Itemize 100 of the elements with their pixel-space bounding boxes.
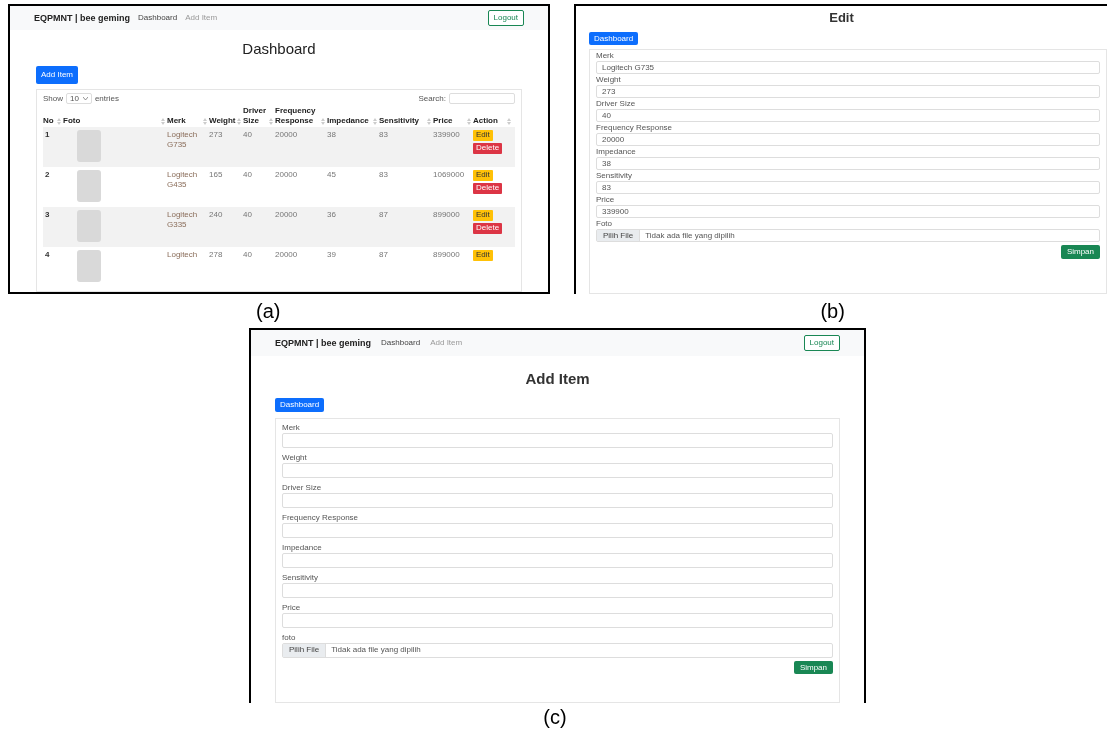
field-label: Weight bbox=[282, 451, 308, 463]
file-input[interactable]: Pilih File Tidak ada file yang dipilih bbox=[282, 642, 833, 658]
field-label: Driver Size bbox=[282, 481, 323, 493]
sort-icon[interactable] bbox=[161, 118, 165, 126]
input-field[interactable]: 339900 bbox=[596, 205, 1100, 219]
sort-icon[interactable] bbox=[57, 118, 61, 126]
table-cell-text: 165 bbox=[209, 170, 224, 180]
table-cell-text: 20000 bbox=[275, 130, 299, 140]
field-label: Price bbox=[596, 195, 616, 206]
field-label: Sensitivity bbox=[596, 171, 633, 182]
input-field[interactable] bbox=[282, 492, 833, 508]
field-label: Frequency Response bbox=[282, 511, 360, 523]
input-field[interactable]: 83 bbox=[596, 181, 1100, 195]
dashboard-button[interactable]: Dashboard bbox=[589, 31, 639, 46]
save-button[interactable]: Simpan bbox=[793, 660, 833, 675]
chevron-down-icon bbox=[82, 96, 88, 100]
nav-link[interactable]: Dashboard bbox=[381, 338, 421, 348]
input-field[interactable]: 40 bbox=[596, 109, 1100, 123]
table-cell-text: 87 bbox=[379, 210, 389, 220]
sort-icon[interactable] bbox=[203, 118, 207, 126]
table-cell-text: 39 bbox=[327, 250, 337, 260]
nav-link[interactable]: Dashboard bbox=[138, 13, 178, 23]
input-field[interactable] bbox=[282, 582, 833, 598]
sort-icon[interactable] bbox=[467, 118, 471, 126]
table-cell-text: 3 bbox=[44, 210, 51, 220]
table-cell-text: Logitech G435 bbox=[167, 170, 199, 190]
edit-button[interactable]: Edit bbox=[473, 170, 493, 182]
table-cell-text: 38 bbox=[327, 130, 337, 140]
table-cell-text: Logitech G735 bbox=[167, 130, 199, 150]
field-label: Price bbox=[282, 601, 302, 613]
column-header[interactable]: No bbox=[43, 115, 54, 126]
sort-icon[interactable] bbox=[237, 118, 241, 126]
figure-caption: (c) bbox=[543, 707, 567, 727]
table-cell-text: 40 bbox=[243, 210, 253, 220]
column-header[interactable]: Frequency Response bbox=[275, 106, 321, 126]
logout-button[interactable]: Logout bbox=[487, 10, 524, 26]
photo-placeholder bbox=[77, 130, 101, 163]
delete-button[interactable]: Delete bbox=[473, 223, 503, 234]
page-size-select[interactable]: 10 bbox=[66, 92, 92, 105]
column-header[interactable]: Foto bbox=[63, 115, 81, 126]
field-label: Impedance bbox=[596, 147, 637, 158]
photo-placeholder bbox=[77, 170, 101, 203]
table-cell-text: 4 bbox=[44, 250, 51, 260]
entries-label: entries bbox=[94, 93, 119, 104]
sort-icon[interactable] bbox=[269, 118, 273, 126]
table-cell-text: 20000 bbox=[275, 250, 299, 260]
input-field[interactable] bbox=[282, 462, 833, 478]
logout-button[interactable]: Logout bbox=[803, 335, 840, 351]
column-header[interactable]: Action bbox=[473, 115, 498, 126]
brand-title[interactable]: EQPMNT | bee geming bbox=[275, 337, 372, 349]
sort-icon[interactable] bbox=[427, 118, 431, 126]
input-field[interactable]: Logitech G735 bbox=[596, 61, 1100, 75]
field-label: Frequency Response bbox=[596, 123, 674, 134]
sort-icon[interactable] bbox=[373, 118, 377, 126]
file-input[interactable]: Pilih File Tidak ada file yang dipilih bbox=[596, 229, 1100, 243]
sort-icon[interactable] bbox=[321, 118, 325, 126]
column-header[interactable]: Price bbox=[433, 115, 453, 126]
column-header[interactable]: Impedance bbox=[327, 115, 369, 126]
table-cell-text: 40 bbox=[243, 130, 253, 140]
dashboard-button[interactable]: Dashboard bbox=[275, 398, 325, 412]
photo-placeholder bbox=[77, 250, 101, 283]
field-label: foto bbox=[282, 631, 297, 643]
save-button[interactable]: Simpan bbox=[1060, 245, 1100, 259]
field-label: Sensitivity bbox=[282, 571, 319, 583]
input-field[interactable]: 20000 bbox=[596, 133, 1100, 147]
table-cell-text: 273 bbox=[209, 130, 224, 140]
figure-caption: (b) bbox=[820, 301, 845, 321]
table-cell-text: 1069000 bbox=[433, 170, 466, 180]
input-field[interactable] bbox=[282, 552, 833, 568]
table-cell-text: 20000 bbox=[275, 210, 299, 220]
table-cell-text: 2 bbox=[44, 170, 51, 180]
input-field[interactable] bbox=[282, 522, 833, 538]
edit-button[interactable]: Edit bbox=[473, 250, 493, 262]
brand-title[interactable]: EQPMNT | bee geming bbox=[34, 12, 131, 24]
table-cell-text: Logitech G335 bbox=[167, 210, 199, 230]
page-title: Edit bbox=[828, 10, 855, 26]
edit-button[interactable]: Edit bbox=[473, 210, 493, 222]
field-label: Weight bbox=[596, 75, 622, 86]
column-header[interactable]: Driver Size bbox=[243, 106, 269, 126]
column-header[interactable]: Merk bbox=[167, 115, 186, 126]
column-header[interactable]: Sensitivity bbox=[379, 115, 419, 126]
column-header[interactable]: Weight bbox=[209, 115, 236, 126]
table-cell-text: 20000 bbox=[275, 170, 299, 180]
input-field[interactable] bbox=[282, 432, 833, 448]
table-cell-text: 339900 bbox=[433, 130, 461, 140]
table-cell-text: 45 bbox=[327, 170, 337, 180]
sort-icon[interactable] bbox=[507, 118, 511, 126]
search-field[interactable] bbox=[449, 92, 515, 104]
table-cell-text: 240 bbox=[209, 210, 224, 220]
page-title: Dashboard bbox=[241, 40, 317, 58]
field-label: Impedance bbox=[282, 541, 323, 553]
add-item-button[interactable]: Add Item bbox=[36, 66, 78, 84]
input-field[interactable]: 273 bbox=[596, 85, 1100, 99]
search-label: Search: bbox=[418, 93, 446, 104]
delete-button[interactable]: Delete bbox=[473, 183, 503, 194]
delete-button[interactable]: Delete bbox=[473, 143, 503, 154]
edit-button[interactable]: Edit bbox=[473, 130, 493, 142]
input-field[interactable]: 38 bbox=[596, 157, 1100, 171]
table-cell-text: 83 bbox=[379, 170, 389, 180]
input-field[interactable] bbox=[282, 612, 833, 628]
